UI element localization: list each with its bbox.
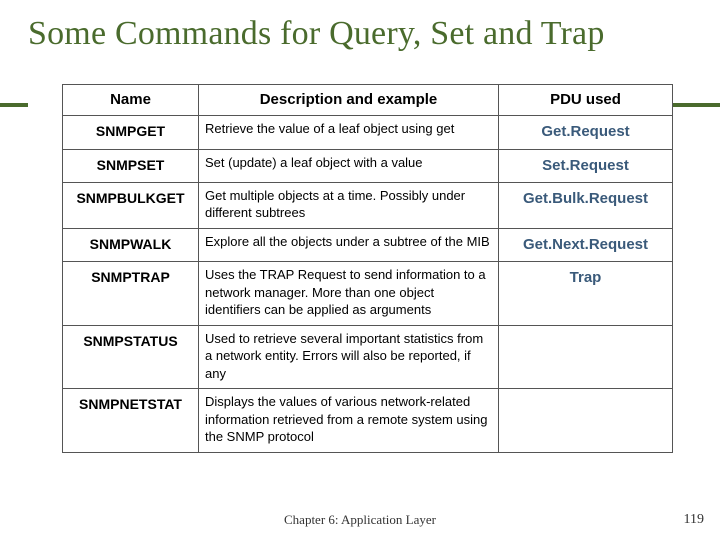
cell-pdu	[499, 389, 673, 453]
cell-pdu: Get.Next.Request	[499, 228, 673, 261]
slide: Some Commands for Query, Set and Trap Na…	[0, 0, 720, 540]
header-name: Name	[63, 85, 199, 116]
cell-name: SNMPWALK	[63, 228, 199, 261]
header-pdu: PDU used	[499, 85, 673, 116]
page-number: 119	[684, 512, 704, 528]
cell-name: SNMPNETSTAT	[63, 389, 199, 453]
cell-desc: Uses the TRAP Request to send informatio…	[199, 262, 499, 326]
title-underline-left	[0, 103, 28, 107]
cell-name: SNMPTRAP	[63, 262, 199, 326]
table-row: SNMPNETSTAT Displays the values of vario…	[63, 389, 673, 453]
table-row: SNMPTRAP Uses the TRAP Request to send i…	[63, 262, 673, 326]
table-row: SNMPGET Retrieve the value of a leaf obj…	[63, 116, 673, 149]
table-row: SNMPSET Set (update) a leaf object with …	[63, 149, 673, 182]
commands-table: Name Description and example PDU used SN…	[62, 84, 673, 453]
cell-name: SNMPSET	[63, 149, 199, 182]
cell-pdu: Set.Request	[499, 149, 673, 182]
cell-name: SNMPBULKGET	[63, 182, 199, 228]
cell-pdu: Trap	[499, 262, 673, 326]
table-row: SNMPBULKGET Get multiple objects at a ti…	[63, 182, 673, 228]
cell-desc: Set (update) a leaf object with a value	[199, 149, 499, 182]
table-header-row: Name Description and example PDU used	[63, 85, 673, 116]
cell-desc: Explore all the objects under a subtree …	[199, 228, 499, 261]
cell-desc: Used to retrieve several important stati…	[199, 325, 499, 389]
header-desc: Description and example	[199, 85, 499, 116]
cell-pdu: Get.Bulk.Request	[499, 182, 673, 228]
cell-desc: Retrieve the value of a leaf object usin…	[199, 116, 499, 149]
slide-title: Some Commands for Query, Set and Trap	[28, 14, 698, 53]
table-row: SNMPSTATUS Used to retrieve several impo…	[63, 325, 673, 389]
footer-chapter: Chapter 6: Application Layer	[0, 512, 720, 528]
commands-table-wrap: Name Description and example PDU used SN…	[62, 84, 672, 453]
cell-name: SNMPSTATUS	[63, 325, 199, 389]
cell-pdu	[499, 325, 673, 389]
cell-desc: Displays the values of various network-r…	[199, 389, 499, 453]
cell-pdu: Get.Request	[499, 116, 673, 149]
cell-name: SNMPGET	[63, 116, 199, 149]
cell-desc: Get multiple objects at a time. Possibly…	[199, 182, 499, 228]
table-row: SNMPWALK Explore all the objects under a…	[63, 228, 673, 261]
